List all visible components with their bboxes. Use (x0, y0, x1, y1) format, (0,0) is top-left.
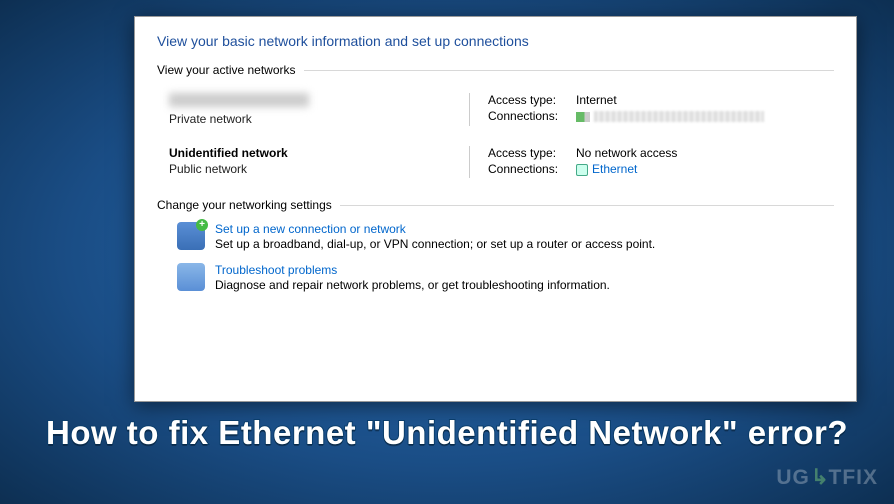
network-details: Access type: Internet Connections: (469, 93, 834, 126)
network-row: Unidentified network Public network Acce… (169, 138, 834, 190)
connection-name-redacted (594, 111, 764, 122)
page-heading: View your basic network information and … (157, 33, 834, 49)
network-details: Access type: No network access Connectio… (469, 146, 834, 178)
setup-connection-link[interactable]: Set up a new connection or network (215, 222, 655, 236)
connections-value[interactable] (576, 109, 764, 123)
troubleshoot-icon (177, 263, 205, 291)
access-type-label: Access type: (488, 93, 576, 107)
access-type-value: No network access (576, 146, 677, 160)
troubleshoot-desc: Diagnose and repair network problems, or… (215, 278, 610, 292)
network-sharing-window: View your basic network information and … (134, 16, 857, 402)
network-identity: Unidentified network Public network (169, 146, 469, 178)
active-networks-label: View your active networks (157, 63, 834, 77)
networks-list: Private network Access type: Internet Co… (157, 81, 834, 198)
access-type-value: Internet (576, 93, 617, 107)
watermark-logo: UG↲TFIX (776, 465, 878, 490)
ethernet-icon (576, 164, 588, 176)
troubleshoot-item[interactable]: Troubleshoot problems Diagnose and repai… (177, 263, 834, 292)
change-settings-label: Change your networking settings (157, 198, 834, 212)
settings-list: Set up a new connection or network Set u… (157, 216, 834, 292)
troubleshoot-link[interactable]: Troubleshoot problems (215, 263, 610, 277)
network-type: Public network (169, 162, 469, 176)
connections-label: Connections: (488, 162, 576, 176)
wifi-signal-icon (576, 112, 590, 122)
setup-connection-item[interactable]: Set up a new connection or network Set u… (177, 222, 834, 251)
network-name-redacted (169, 93, 309, 107)
access-type-label: Access type: (488, 146, 576, 160)
connections-link[interactable]: Ethernet (576, 162, 637, 176)
connections-label: Connections: (488, 109, 576, 123)
network-row: Private network Access type: Internet Co… (169, 85, 834, 138)
router-plus-icon (177, 222, 205, 250)
network-type: Private network (169, 112, 469, 126)
network-name: Unidentified network (169, 146, 469, 160)
caption-overlay: How to fix Ethernet "Unidentified Networ… (0, 414, 894, 452)
setup-connection-desc: Set up a broadband, dial-up, or VPN conn… (215, 237, 655, 251)
network-identity: Private network (169, 93, 469, 126)
